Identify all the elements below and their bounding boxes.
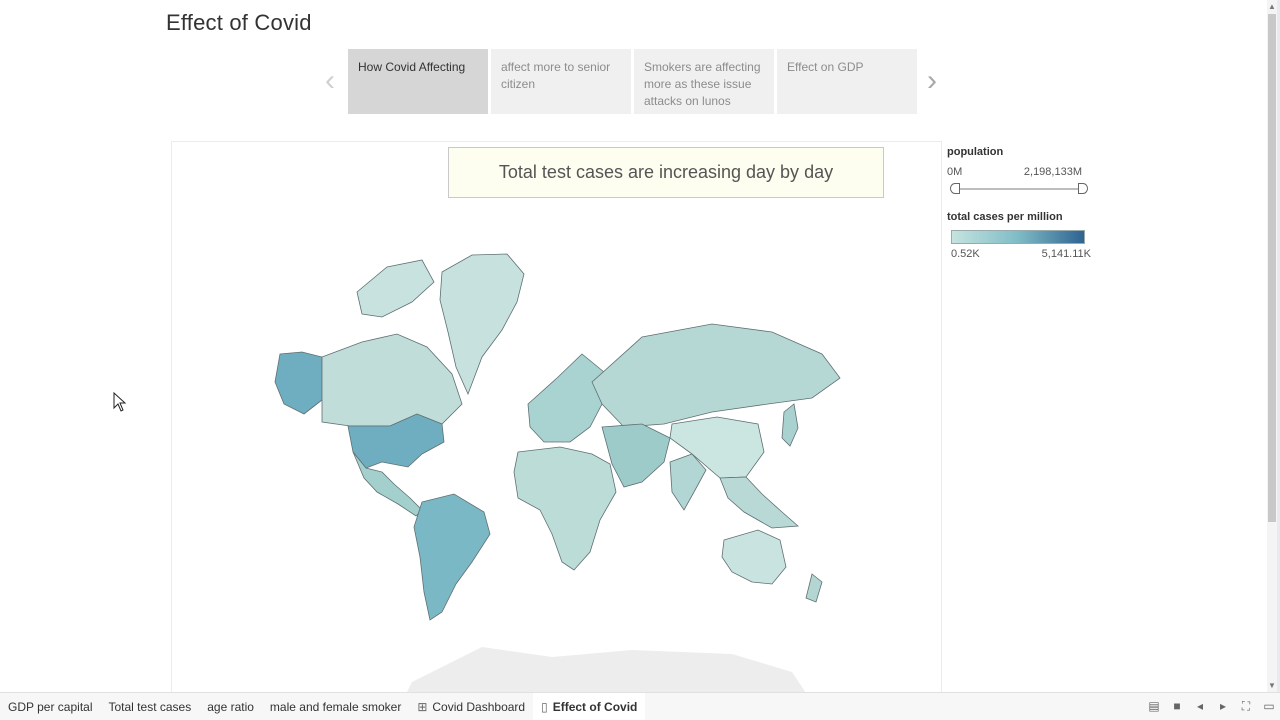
tab-label: Covid Dashboard xyxy=(432,699,526,714)
slider-min-handle[interactable] xyxy=(950,183,960,194)
population-range-slider[interactable] xyxy=(950,182,1088,196)
tab-male-and-female-smoker[interactable]: male and female smoker xyxy=(262,693,409,720)
world-map-panel[interactable] xyxy=(171,141,942,701)
tab-age-ratio[interactable]: age ratio xyxy=(199,693,262,720)
slider-track xyxy=(952,188,1082,190)
sheet-tab-bar: GDP per capital Total test cases age rat… xyxy=(0,692,1280,720)
grid-icon: ⊞ xyxy=(417,699,428,714)
map-region-southeast-asia xyxy=(719,476,799,529)
scroll-up-icon[interactable]: ▲ xyxy=(1267,2,1277,11)
mouse-pointer-icon xyxy=(113,392,127,412)
map-region-new-zealand xyxy=(805,573,823,603)
population-filter: population 0M 2,198,133M xyxy=(947,146,1088,196)
map-region-arctic-islands xyxy=(356,259,435,318)
map-region-canada xyxy=(321,333,463,427)
story-point-gdp[interactable]: Effect on GDP xyxy=(777,49,917,114)
scroll-down-icon[interactable]: ▼ xyxy=(1267,681,1277,690)
population-min-label: 0M xyxy=(947,166,963,178)
tab-label: age ratio xyxy=(207,699,254,714)
population-filter-title: population xyxy=(947,146,1004,158)
tab-label: GDP per capital xyxy=(8,699,93,714)
slider-max-handle[interactable] xyxy=(1078,183,1088,194)
next-story-point-arrow-icon[interactable]: › xyxy=(922,66,942,96)
tab-bar-controls: ▤ ■ ◂ ▸ ⛶ ▭ xyxy=(1147,699,1276,714)
cases-legend-title: total cases per million xyxy=(947,211,1063,223)
story-icon: ▯ xyxy=(541,699,548,714)
map-region-japan xyxy=(781,403,799,447)
vertical-scrollbar[interactable]: ▲ ▼ xyxy=(1267,0,1277,692)
next-sheet-icon[interactable]: ▸ xyxy=(1216,699,1230,714)
map-region-south-america xyxy=(413,493,491,621)
cases-color-ramp[interactable] xyxy=(951,230,1085,244)
scrollbar-thumb[interactable] xyxy=(1268,14,1276,522)
tab-label: Total test cases xyxy=(108,699,192,714)
map-region-india xyxy=(669,453,707,511)
cases-color-legend: total cases per million 0.52K 5,141.11K xyxy=(947,211,1091,260)
map-region-greenland xyxy=(439,253,525,396)
map-region-europe xyxy=(527,353,605,443)
map-region-africa xyxy=(513,446,617,571)
tab-total-test-cases[interactable]: Total test cases xyxy=(101,693,200,720)
device-preview-icon[interactable]: ▭ xyxy=(1262,699,1276,714)
map-region-australia xyxy=(721,529,787,585)
show-filmstrip-icon[interactable]: ▤ xyxy=(1147,699,1161,714)
cases-max-label: 5,141.11K xyxy=(1041,248,1091,260)
map-region-russia xyxy=(591,323,841,428)
story-title: Effect of Covid xyxy=(166,10,312,35)
story-point-how-covid-affecting[interactable]: How Covid Affecting xyxy=(348,49,488,114)
tab-label: Effect of Covid xyxy=(552,699,638,714)
tab-covid-dashboard[interactable]: ⊞ Covid Dashboard xyxy=(409,693,533,720)
story-point-smokers[interactable]: Smokers are affecting more as these issu… xyxy=(634,49,774,114)
map-region-alaska xyxy=(274,351,323,415)
story-annotation: Total test cases are increasing day by d… xyxy=(448,147,884,198)
tab-effect-of-covid[interactable]: ▯ Effect of Covid xyxy=(533,693,646,720)
story-navigator: How Covid Affecting affect more to senio… xyxy=(348,49,917,114)
story-point-senior-citizen[interactable]: affect more to senior citizen xyxy=(491,49,631,114)
presentation-mode-icon[interactable]: ⛶ xyxy=(1239,699,1253,714)
tab-label: male and female smoker xyxy=(269,699,402,714)
previous-sheet-icon[interactable]: ◂ xyxy=(1193,699,1207,714)
population-max-label: 2,198,133M xyxy=(1023,166,1082,178)
world-choropleth-map[interactable] xyxy=(172,142,942,701)
prev-story-point-arrow-icon[interactable]: ‹ xyxy=(320,66,340,96)
cases-min-label: 0.52K xyxy=(951,248,980,260)
tab-gdp-per-capital[interactable]: GDP per capital xyxy=(0,693,101,720)
show-sheet-sorter-icon[interactable]: ■ xyxy=(1170,699,1184,714)
